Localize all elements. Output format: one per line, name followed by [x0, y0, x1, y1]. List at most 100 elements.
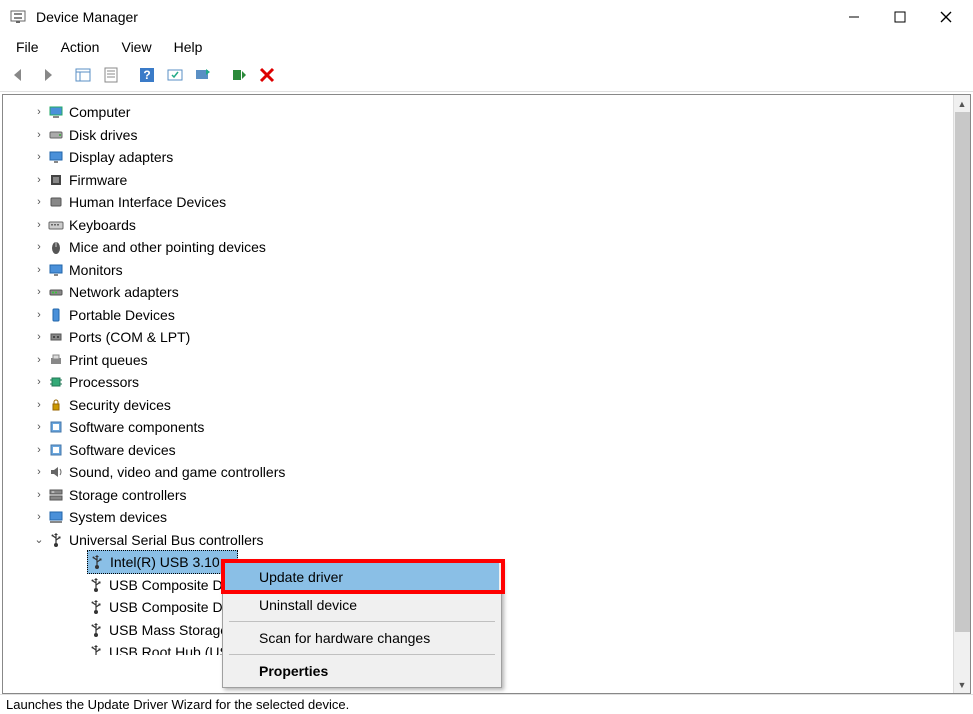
context-separator: [229, 654, 495, 655]
help-button[interactable]: ?: [134, 62, 160, 88]
expander-icon[interactable]: ›: [31, 304, 47, 326]
system-icon: [47, 509, 65, 525]
usb-icon: [87, 599, 105, 615]
context-update-driver[interactable]: Update driver: [225, 563, 499, 591]
forward-button[interactable]: [34, 62, 60, 88]
expander-icon[interactable]: ›: [31, 349, 47, 371]
tree-node[interactable]: › Sound, video and game controllers: [3, 461, 970, 484]
usb-icon: [87, 644, 105, 655]
expander-icon[interactable]: ›: [31, 371, 47, 393]
tree-node[interactable]: › Mice and other pointing devices: [3, 236, 970, 259]
tree-node[interactable]: › Processors: [3, 371, 970, 394]
storage-icon: [47, 487, 65, 503]
node-label: Display adapters: [65, 146, 173, 168]
tree-node[interactable]: › Ports (COM & LPT): [3, 326, 970, 349]
node-label: Sound, video and game controllers: [65, 461, 285, 483]
tree-node[interactable]: › Human Interface Devices: [3, 191, 970, 214]
back-button[interactable]: [6, 62, 32, 88]
vertical-scrollbar[interactable]: ▲ ▼: [953, 95, 970, 693]
expander-icon[interactable]: ›: [31, 484, 47, 506]
tree-node[interactable]: ⌄Universal Serial Bus controllers: [3, 529, 970, 552]
expander-icon[interactable]: ›: [31, 236, 47, 258]
tree-node[interactable]: ›Network adapters: [3, 281, 970, 304]
app-icon: [10, 9, 26, 25]
computer-icon: [47, 104, 65, 120]
expander-icon[interactable]: ⌄: [31, 529, 47, 551]
expander-icon[interactable]: ›: [31, 461, 47, 483]
menu-view[interactable]: View: [111, 37, 161, 57]
node-label: USB Root Hub (US: [105, 641, 229, 655]
update-driver-button[interactable]: [190, 62, 216, 88]
node-label: Software devices: [65, 439, 176, 461]
minimize-button[interactable]: [831, 0, 877, 34]
expander-icon[interactable]: ›: [31, 506, 47, 528]
enable-device-button[interactable]: [226, 62, 252, 88]
close-button[interactable]: [923, 0, 969, 34]
expander-icon[interactable]: ›: [31, 394, 47, 416]
node-label: USB Composite D: [105, 574, 223, 596]
node-label: Mice and other pointing devices: [65, 236, 266, 258]
properties-button[interactable]: [98, 62, 124, 88]
menu-help[interactable]: Help: [164, 37, 213, 57]
context-menu: Update driver Uninstall device Scan for …: [222, 560, 502, 688]
expander-icon[interactable]: ›: [31, 101, 47, 123]
expander-icon[interactable]: ›: [31, 124, 47, 146]
menu-file[interactable]: File: [6, 37, 49, 57]
expander-icon[interactable]: ›: [31, 214, 47, 236]
node-label: Computer: [65, 101, 130, 123]
node-label: Software components: [65, 416, 204, 438]
menu-action[interactable]: Action: [51, 37, 110, 57]
tree-node[interactable]: ›Keyboards: [3, 214, 970, 237]
node-label: Human Interface Devices: [65, 191, 226, 213]
scroll-down-arrow[interactable]: ▼: [954, 676, 970, 693]
tree-node[interactable]: › System devices: [3, 506, 970, 529]
tree-node[interactable]: › Display adapters: [3, 146, 970, 169]
tree-node[interactable]: › Computer: [3, 101, 970, 124]
usb-icon: [87, 577, 105, 593]
node-label: Portable Devices: [65, 304, 175, 326]
scan-hardware-button[interactable]: [162, 62, 188, 88]
context-scan-hardware[interactable]: Scan for hardware changes: [225, 624, 499, 652]
show-hide-button[interactable]: [70, 62, 96, 88]
tree-node[interactable]: › Monitors: [3, 259, 970, 282]
menubar: File Action View Help: [0, 34, 973, 60]
expander-icon[interactable]: ›: [31, 146, 47, 168]
scroll-up-arrow[interactable]: ▲: [954, 95, 970, 112]
node-label: Monitors: [65, 259, 123, 281]
network-icon: [47, 284, 65, 300]
sound-icon: [47, 464, 65, 480]
uninstall-device-button[interactable]: [254, 62, 280, 88]
usb-icon: [87, 622, 105, 638]
node-label: Print queues: [65, 349, 148, 371]
expander-icon[interactable]: ›: [31, 169, 47, 191]
node-label: Firmware: [65, 169, 127, 191]
port-icon: [47, 329, 65, 345]
tree-node[interactable]: ›Security devices: [3, 394, 970, 417]
expander-icon[interactable]: ›: [31, 439, 47, 461]
maximize-button[interactable]: [877, 0, 923, 34]
expander-icon[interactable]: ›: [31, 281, 47, 303]
software-icon: [47, 442, 65, 458]
firmware-icon: [47, 172, 65, 188]
context-uninstall-device[interactable]: Uninstall device: [225, 591, 499, 619]
tree-node[interactable]: ›Disk drives: [3, 124, 970, 147]
hid-icon: [47, 194, 65, 210]
tree-node[interactable]: › Print queues: [3, 349, 970, 372]
node-label: Processors: [65, 371, 139, 393]
usb-icon: [47, 532, 65, 548]
tree-node[interactable]: ›Storage controllers: [3, 484, 970, 507]
node-label: Ports (COM & LPT): [65, 326, 190, 348]
keyboard-icon: [47, 217, 65, 233]
expander-icon[interactable]: ›: [31, 416, 47, 438]
scroll-thumb[interactable]: [955, 112, 970, 632]
expander-icon[interactable]: ›: [31, 259, 47, 281]
tree-node[interactable]: › Software devices: [3, 439, 970, 462]
tree-node[interactable]: › Software components: [3, 416, 970, 439]
expander-icon[interactable]: ›: [31, 191, 47, 213]
context-properties[interactable]: Properties: [225, 657, 499, 685]
tree-node[interactable]: › Firmware: [3, 169, 970, 192]
toolbar: ?: [0, 60, 973, 92]
node-label: System devices: [65, 506, 167, 528]
tree-node[interactable]: › Portable Devices: [3, 304, 970, 327]
expander-icon[interactable]: ›: [31, 326, 47, 348]
